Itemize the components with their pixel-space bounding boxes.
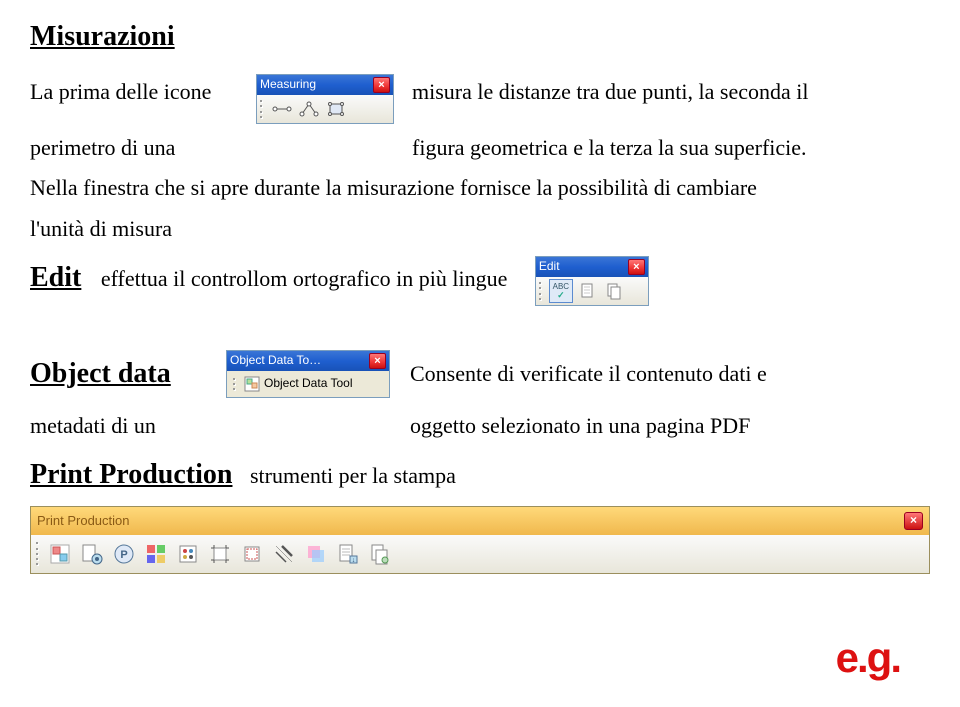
distance-tool-icon[interactable]: [270, 97, 294, 121]
jdf-job-icon[interactable]: [365, 539, 395, 569]
object-data-tool-icon: [244, 376, 260, 392]
heading-print-production: Print Production: [30, 459, 232, 490]
trap-presets-icon[interactable]: [45, 539, 75, 569]
text-finestra: Nella finestra che si apre durante la mi…: [30, 170, 930, 206]
text-unita: l'unità di misura: [30, 211, 930, 247]
text-misura-distanze: misura le distanze tra due punti, la sec…: [412, 74, 930, 110]
toolbar-measuring: Measuring ×: [256, 74, 394, 124]
close-icon[interactable]: ×: [373, 77, 390, 93]
toolbar-object-title: Object Data To…: [230, 351, 321, 371]
copy-page-icon[interactable]: [603, 279, 627, 303]
output-preview-icon[interactable]: [77, 539, 107, 569]
toolbar-object-data: Object Data To… × Object Data Tool: [226, 350, 390, 398]
toolbar-edit: Edit × ABC ✓: [535, 256, 649, 306]
heading-object-data: Object data: [30, 358, 171, 389]
toolbar-pp-title: Print Production: [37, 510, 130, 531]
transparency-flattening-icon[interactable]: [301, 539, 331, 569]
text-print-desc: strumenti per la stampa: [250, 463, 456, 488]
close-icon[interactable]: ×: [628, 259, 645, 275]
object-data-tool-label: Object Data Tool: [264, 374, 353, 394]
toolbar-edit-title: Edit: [539, 257, 560, 277]
add-printer-marks-icon[interactable]: [205, 539, 235, 569]
area-tool-icon[interactable]: [324, 97, 348, 121]
text-la-prima: La prima delle icone: [30, 74, 240, 110]
grip-handle[interactable]: [260, 98, 265, 120]
ink-manager-icon[interactable]: [173, 539, 203, 569]
text-figura-geom: figura geometrica e la terza la sua supe…: [412, 130, 930, 166]
text-oggetto-pdf: oggetto selezionato in una pagina PDF: [410, 408, 930, 444]
crop-pages-icon[interactable]: [237, 539, 267, 569]
grip-handle[interactable]: [233, 376, 238, 392]
pdf-optimizer-icon[interactable]: ↓: [333, 539, 363, 569]
svg-text:↓: ↓: [352, 557, 356, 564]
page-edit-icon[interactable]: [576, 279, 600, 303]
text-consente: Consente di verificate il contenuto dati…: [410, 356, 930, 392]
convert-colors-icon[interactable]: [141, 539, 171, 569]
heading-edit: Edit: [30, 262, 81, 293]
check-icon: ✓: [557, 291, 565, 300]
text-perimetro: perimetro di una: [30, 130, 240, 166]
toolbar-edit-titlebar[interactable]: Edit ×: [536, 257, 648, 277]
grip-handle[interactable]: [539, 280, 544, 302]
grip-handle[interactable]: [36, 541, 41, 567]
close-icon[interactable]: ×: [904, 512, 923, 530]
eg-logo: e.g.: [836, 623, 900, 692]
close-icon[interactable]: ×: [369, 353, 386, 369]
toolbar-object-titlebar[interactable]: Object Data To… ×: [227, 351, 389, 371]
fix-hairlines-icon[interactable]: [269, 539, 299, 569]
toolbar-pp-titlebar[interactable]: Print Production ×: [31, 507, 929, 534]
toolbar-measuring-title: Measuring: [260, 75, 316, 95]
spellcheck-icon[interactable]: ABC ✓: [549, 279, 573, 303]
text-metadati: metadati di un: [30, 408, 210, 444]
text-edit-desc: effettua il controllom ortografico in pi…: [101, 266, 507, 291]
preflight-icon[interactable]: P: [109, 539, 139, 569]
perimeter-tool-icon[interactable]: [297, 97, 321, 121]
toolbar-measuring-titlebar[interactable]: Measuring ×: [257, 75, 393, 95]
object-data-tool-item[interactable]: Object Data Tool: [229, 373, 387, 395]
toolbar-print-production: Print Production × P ↓: [30, 506, 930, 573]
heading-misurazioni: Misurazioni: [30, 21, 175, 52]
svg-text:P: P: [120, 549, 127, 561]
